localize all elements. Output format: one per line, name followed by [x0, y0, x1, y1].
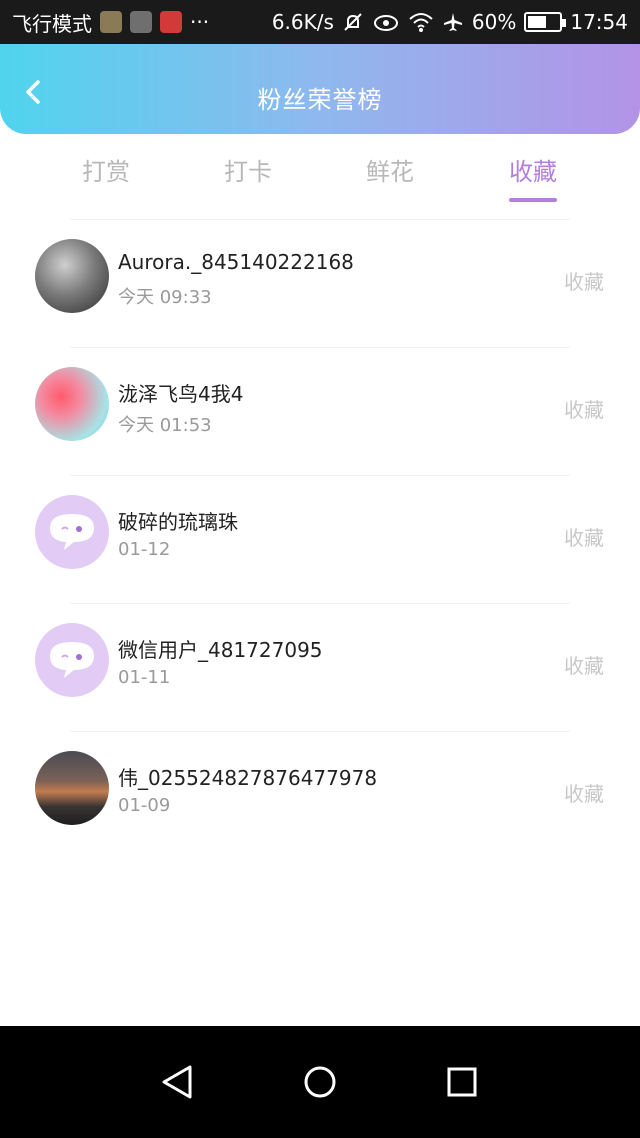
tab-favorites[interactable]: 收藏: [463, 152, 603, 202]
page-header: 粉丝荣誉榜: [0, 44, 640, 134]
page-title: 粉丝荣誉榜: [257, 86, 383, 114]
wifi-icon: [409, 13, 433, 32]
system-navigation-bar: [0, 1026, 640, 1138]
list-item[interactable]: 破碎的琉璃珠 01-12 收藏: [0, 476, 640, 604]
default-avatar-icon: [50, 514, 94, 550]
user-name: 伟_025524827876477978: [118, 766, 378, 790]
list-item[interactable]: 伟_025524827876477978 01-09 收藏: [0, 732, 640, 860]
timestamp: 01-11: [118, 667, 171, 688]
battery-level: [528, 16, 547, 28]
timestamp: 01-12: [118, 539, 171, 560]
fan-list: Aurora._845140222168 今天 09:33 收藏 泷泽飞鸟4我4…: [0, 220, 640, 860]
clock: 17:54: [570, 10, 628, 34]
nav-recents-icon[interactable]: [442, 1062, 482, 1102]
tab-checkin[interactable]: 打卡: [178, 152, 318, 202]
nav-home-icon[interactable]: [300, 1062, 340, 1102]
list-item[interactable]: Aurora._845140222168 今天 09:33 收藏: [0, 220, 640, 348]
avatar[interactable]: [35, 751, 109, 825]
airplane-icon: [443, 13, 462, 31]
status-left: 飞行模式 ···: [12, 8, 209, 37]
tab-flowers[interactable]: 鲜花: [320, 152, 460, 202]
tab-label: 打赏: [82, 158, 130, 186]
action-label: 收藏: [564, 654, 604, 678]
notification-muted-icon: [344, 13, 362, 31]
avatar[interactable]: [35, 367, 109, 441]
nav-back-icon[interactable]: [158, 1062, 198, 1102]
user-name: 微信用户_481727095: [118, 638, 323, 662]
avatar[interactable]: [35, 495, 109, 569]
eye-icon: [373, 15, 398, 31]
user-name: 泷泽飞鸟4我4: [118, 382, 244, 406]
default-avatar-icon: [50, 642, 94, 678]
more-notifications-icon: ···: [190, 10, 210, 34]
tab-label: 收藏: [509, 158, 557, 186]
app-notification-icon: [160, 11, 182, 33]
timestamp: 01-09: [118, 795, 171, 816]
action-label: 收藏: [564, 526, 604, 550]
action-label: 收藏: [564, 398, 604, 422]
active-tab-indicator: [509, 198, 557, 202]
action-label: 收藏: [564, 270, 604, 294]
avatar[interactable]: [35, 623, 109, 697]
tab-reward[interactable]: 打赏: [36, 152, 176, 202]
list-item[interactable]: 泷泽飞鸟4我4 今天 01:53 收藏: [0, 348, 640, 476]
timestamp: 今天 01:53: [118, 415, 212, 436]
action-label: 收藏: [564, 782, 604, 806]
timestamp: 今天 09:33: [118, 287, 212, 308]
battery-percent: 60%: [471, 10, 517, 34]
tab-label: 鲜花: [366, 158, 414, 186]
airplane-mode-label: 飞行模式: [12, 11, 92, 36]
user-name: Aurora._845140222168: [118, 250, 354, 274]
list-item[interactable]: 微信用户_481727095 01-11 收藏: [0, 604, 640, 732]
status-bar: 飞行模式 ··· 6.6K/s 60% 17:54: [0, 0, 640, 44]
avatar[interactable]: [35, 239, 109, 313]
user-name: 破碎的琉璃珠: [118, 510, 238, 534]
status-right: 6.6K/s 60% 17:54: [272, 10, 628, 34]
battery-icon: [524, 12, 567, 32]
tab-label: 打卡: [224, 158, 272, 186]
tab-bar: 打赏 打卡 鲜花 收藏: [0, 134, 640, 220]
app-notification-icon: [130, 11, 152, 33]
app-notification-icon: [100, 11, 122, 33]
network-speed: 6.6K/s: [271, 10, 334, 34]
